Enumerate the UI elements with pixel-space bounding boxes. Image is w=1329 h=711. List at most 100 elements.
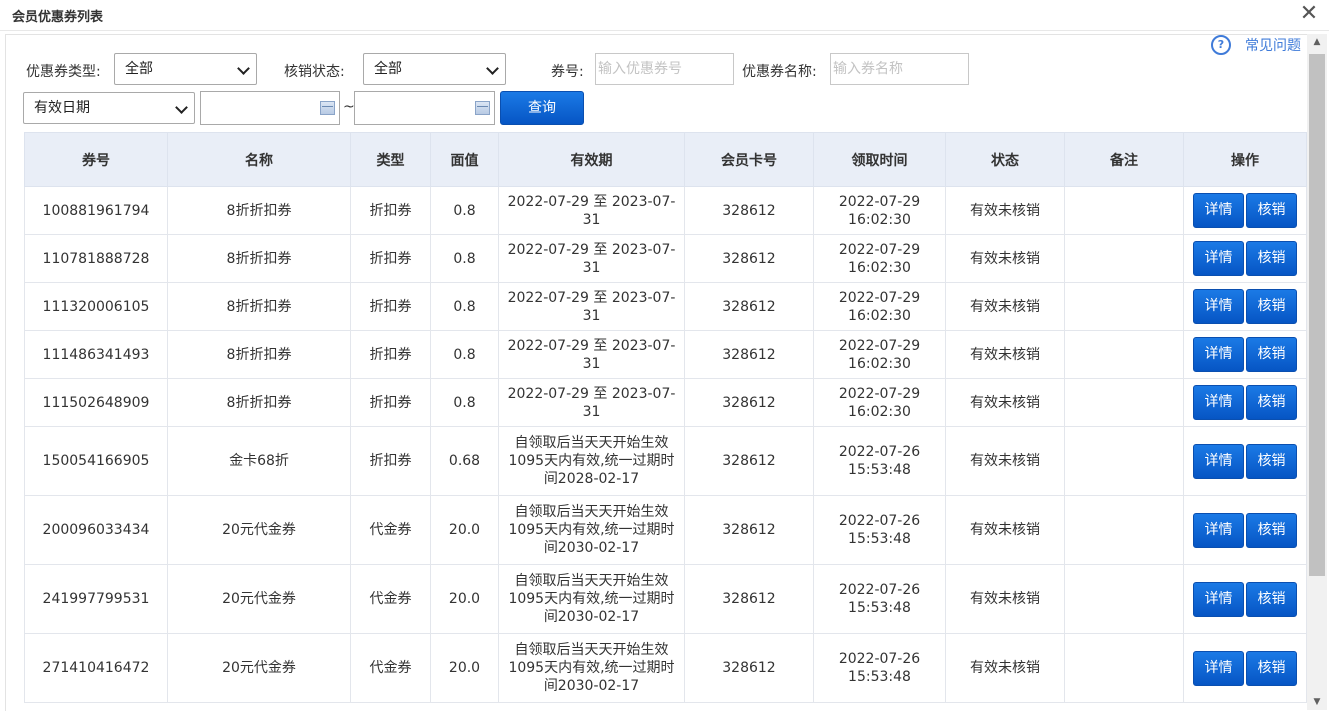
cell-status: 有效未核销 xyxy=(945,564,1065,634)
dialog-title: 会员优惠券列表 xyxy=(12,10,104,25)
cell-actions: 详情 核销 xyxy=(1183,426,1307,496)
detail-button[interactable]: 详情 xyxy=(1193,289,1244,324)
cell-actions: 详情 核销 xyxy=(1183,186,1307,235)
verify-button[interactable]: 核销 xyxy=(1246,443,1297,479)
cell-receive-time: 2022-07-29 16:02:30 xyxy=(813,282,946,331)
verify-status-select[interactable]: 全部 xyxy=(363,53,506,85)
end-date-input[interactable] xyxy=(354,91,495,125)
detail-button[interactable]: 详情 xyxy=(1193,581,1244,617)
cell-period: 2022-07-29 至 2023-07-31 xyxy=(498,378,685,427)
cell-card-no: 328612 xyxy=(684,186,814,235)
table-row: 200096033434 20元代金券 代金券 20.0 自领取后当天天开始生效… xyxy=(24,495,1307,565)
cell-receive-time: 2022-07-29 16:02:30 xyxy=(813,330,946,379)
cell-note xyxy=(1064,378,1184,427)
cell-value: 0.8 xyxy=(430,282,499,331)
search-button[interactable]: 查询 xyxy=(500,91,584,125)
cell-name: 8折折扣券 xyxy=(167,234,351,283)
receive-clock: 15:53:48 xyxy=(848,462,911,478)
scroll-up-arrow-icon[interactable]: ▲ xyxy=(1307,34,1327,50)
cell-coupon-no: 110781888728 xyxy=(24,234,168,283)
vertical-scrollbar[interactable]: ▲ ▼ xyxy=(1307,34,1327,710)
date-type-select[interactable]: 有效日期 xyxy=(23,92,195,124)
cell-status: 有效未核销 xyxy=(945,426,1065,496)
cell-coupon-no: 271410416472 xyxy=(24,633,168,703)
cell-receive-time: 2022-07-29 16:02:30 xyxy=(813,186,946,235)
detail-button[interactable]: 详情 xyxy=(1193,193,1244,228)
cell-value: 0.8 xyxy=(430,330,499,379)
receive-clock: 15:53:48 xyxy=(848,669,911,685)
cell-period: 自领取后当天天开始生效1095天内有效,统一过期时间2030-02-17 xyxy=(498,495,685,565)
table-header-row: 券号 名称 类型 面值 有效期 会员卡号 领取时间 状态 备注 操作 xyxy=(24,132,1307,187)
coupon-type-select[interactable]: 全部 xyxy=(114,53,257,85)
verify-status-value: 全部 xyxy=(374,61,402,77)
start-date-input[interactable] xyxy=(200,91,340,125)
cell-value: 20.0 xyxy=(430,633,499,703)
detail-button[interactable]: 详情 xyxy=(1193,385,1244,420)
chevron-down-icon xyxy=(237,62,250,75)
receive-clock: 15:53:48 xyxy=(848,531,911,547)
receive-date: 2022-07-26 xyxy=(838,444,921,460)
cell-note xyxy=(1064,564,1184,634)
calendar-icon[interactable] xyxy=(320,101,335,115)
close-icon[interactable]: ✕ xyxy=(1297,2,1321,26)
cell-status: 有效未核销 xyxy=(945,186,1065,235)
detail-button[interactable]: 详情 xyxy=(1193,337,1244,372)
verify-button[interactable]: 核销 xyxy=(1246,650,1297,686)
calendar-icon[interactable] xyxy=(475,101,490,115)
faq-link[interactable]: ? 常见问题 xyxy=(1211,35,1301,55)
cell-name: 8折折扣券 xyxy=(167,378,351,427)
detail-button[interactable]: 详情 xyxy=(1193,241,1244,276)
cell-note xyxy=(1064,330,1184,379)
question-circle-icon: ? xyxy=(1211,35,1231,55)
cell-card-no: 328612 xyxy=(684,234,814,283)
coupon-type-label: 优惠券类型: xyxy=(26,64,101,80)
cell-period: 2022-07-29 至 2023-07-31 xyxy=(498,282,685,331)
cell-name: 8折折扣券 xyxy=(167,282,351,331)
dialog-titlebar: 会员优惠券列表 ✕ xyxy=(0,0,1329,31)
cell-type: 折扣券 xyxy=(350,282,431,331)
receive-date: 2022-07-26 xyxy=(838,582,921,598)
coupon-table: 券号 名称 类型 面值 有效期 会员卡号 领取时间 状态 备注 操作 10088… xyxy=(24,132,1307,703)
verify-button[interactable]: 核销 xyxy=(1246,581,1297,617)
cell-receive-time: 2022-07-29 16:02:30 xyxy=(813,378,946,427)
dialog-content: ? 常见问题 优惠券类型: 全部 核销状态: 全部 券号: 优惠券名称: 有效日… xyxy=(5,34,1307,711)
cell-period: 自领取后当天天开始生效1095天内有效,统一过期时间2030-02-17 xyxy=(498,564,685,634)
table-row: 241997799531 20元代金券 代金券 20.0 自领取后当天天开始生效… xyxy=(24,564,1307,634)
header-actions: 操作 xyxy=(1183,132,1307,187)
cell-coupon-no: 200096033434 xyxy=(24,495,168,565)
detail-button[interactable]: 详情 xyxy=(1193,443,1244,479)
verify-button[interactable]: 核销 xyxy=(1246,512,1297,548)
coupon-name-input[interactable] xyxy=(830,53,969,85)
verify-button[interactable]: 核销 xyxy=(1246,289,1297,324)
detail-button[interactable]: 详情 xyxy=(1193,512,1244,548)
cell-actions: 详情 核销 xyxy=(1183,330,1307,379)
cell-value: 0.68 xyxy=(430,426,499,496)
cell-note xyxy=(1064,282,1184,331)
verify-button[interactable]: 核销 xyxy=(1246,193,1297,228)
header-status: 状态 xyxy=(945,132,1065,187)
coupon-no-input[interactable] xyxy=(595,53,734,85)
table-row: 100881961794 8折折扣券 折扣券 0.8 2022-07-29 至 … xyxy=(24,186,1307,235)
coupon-name-label: 优惠券名称: xyxy=(742,64,817,80)
scrollbar-thumb[interactable] xyxy=(1309,54,1325,576)
cell-receive-time: 2022-07-26 15:53:48 xyxy=(813,633,946,703)
header-note: 备注 xyxy=(1064,132,1184,187)
scroll-down-arrow-icon[interactable]: ▼ xyxy=(1307,694,1327,710)
receive-clock: 15:53:48 xyxy=(848,600,911,616)
receive-clock: 16:02:30 xyxy=(848,211,911,228)
cell-card-no: 328612 xyxy=(684,564,814,634)
table-row: 150054166905 金卡68折 折扣券 0.68 自领取后当天天开始生效1… xyxy=(24,426,1307,496)
receive-date: 2022-07-26 xyxy=(838,651,921,667)
cell-status: 有效未核销 xyxy=(945,282,1065,331)
cell-coupon-no: 111486341493 xyxy=(24,330,168,379)
cell-note xyxy=(1064,495,1184,565)
cell-type: 折扣券 xyxy=(350,234,431,283)
detail-button[interactable]: 详情 xyxy=(1193,650,1244,686)
verify-button[interactable]: 核销 xyxy=(1246,385,1297,420)
date-type-value: 有效日期 xyxy=(34,100,90,116)
table-row: 111486341493 8折折扣券 折扣券 0.8 2022-07-29 至 … xyxy=(24,330,1307,379)
verify-button[interactable]: 核销 xyxy=(1246,241,1297,276)
receive-clock: 16:02:30 xyxy=(848,259,911,276)
verify-button[interactable]: 核销 xyxy=(1246,337,1297,372)
verify-status-label: 核销状态: xyxy=(284,64,345,80)
